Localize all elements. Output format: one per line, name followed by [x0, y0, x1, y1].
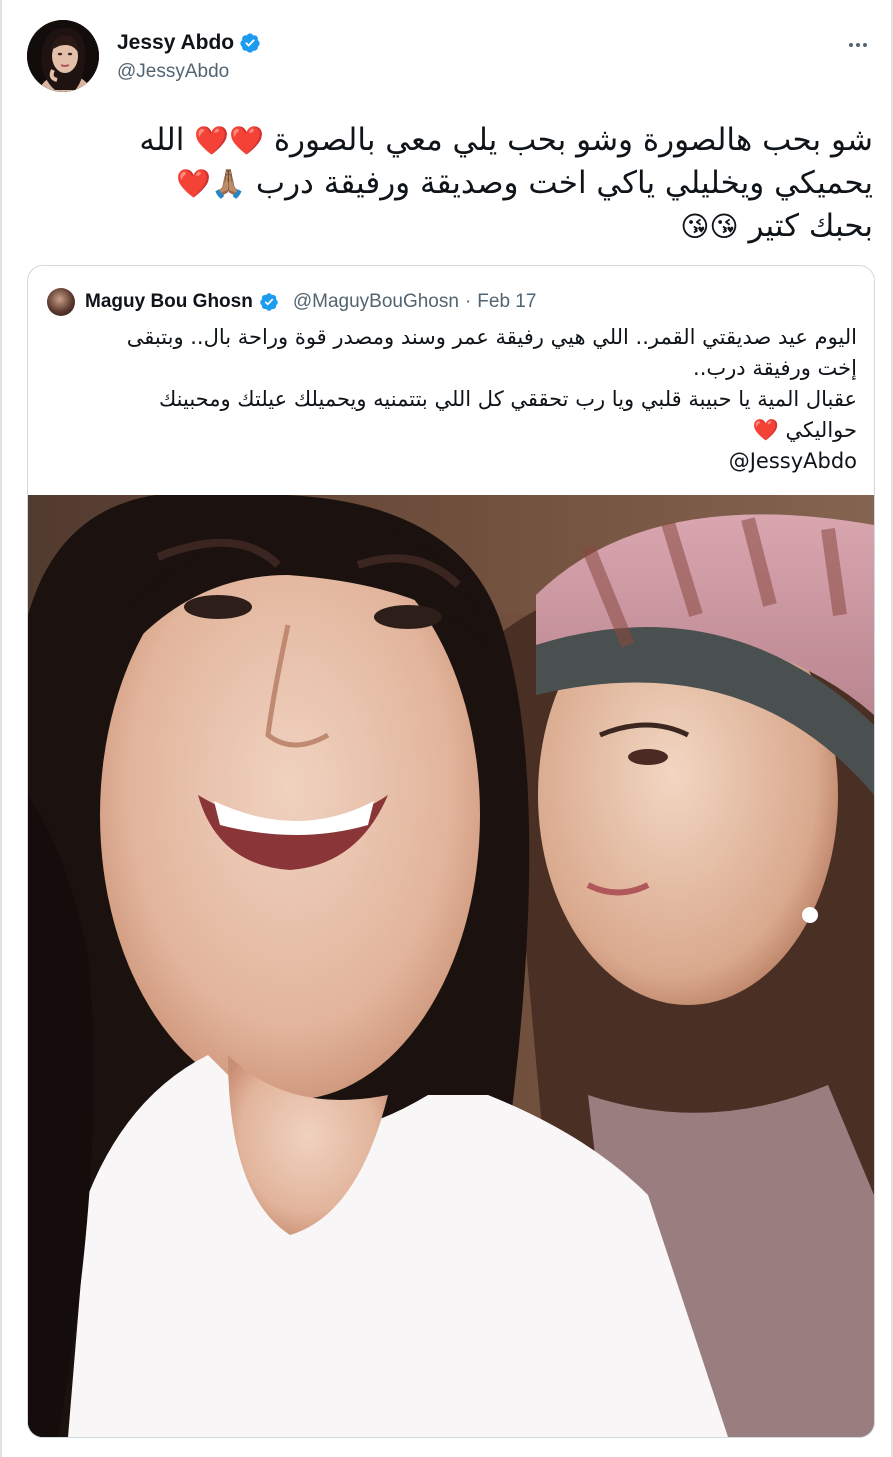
mention-link[interactable]: @JessyAbdo: [47, 446, 857, 477]
date-separator: ·: [464, 291, 472, 312]
author-display-name[interactable]: Jessy Abdo: [117, 31, 234, 55]
author-handle[interactable]: @JessyAbdo: [117, 61, 229, 83]
quoted-line-2: إخت ورفيقة درب..: [693, 356, 857, 380]
more-horizontal-icon[interactable]: [843, 30, 873, 60]
kiss-face-emoji-icon: 😘😘: [680, 210, 739, 243]
tweet-text: شو بحب هالصورة وشو بحب يلي معي بالصورة ❤…: [27, 119, 873, 248]
tweet-line-1-text: شو بحب هالصورة وشو بحب يلي معي بالصورة: [273, 122, 873, 158]
tweet-line-1: شو بحب هالصورة وشو بحب يلي معي بالصورة ❤…: [27, 119, 873, 162]
tweet-header: Jessy Abdo @JessyAbdo: [27, 20, 873, 94]
heart-emoji-icon: ❤️❤️: [194, 124, 264, 157]
quoted-author-handle: @MaguyBouGhosn: [292, 291, 459, 312]
frame-left-border: [0, 0, 2, 1457]
quoted-line-4-text: حواليكي: [785, 418, 857, 442]
tweet-line-3: بحبك كتير 😘😘: [27, 205, 873, 248]
quoted-line-3: عقبال المية يا حبيبة قلبي ويا رب تحققي ك…: [158, 387, 857, 411]
tweet-line-3-text: بحبك كتير: [748, 208, 873, 244]
quoted-line-4: حواليكي ❤️: [47, 415, 857, 446]
verified-badge-icon: [240, 33, 260, 53]
tweet-line-2: يحميكي ويخليلي ياكي اخت وصديقة ورفيقة در…: [27, 162, 873, 205]
heart-emoji-icon: ❤️: [752, 418, 779, 442]
praying-hands-heart-emoji-icon: 🙏🏽❤️: [176, 167, 247, 200]
quoted-tweet-date[interactable]: Feb 17: [477, 291, 536, 313]
author-avatar[interactable]: [27, 20, 99, 92]
quoted-tweet-photo[interactable]: [28, 495, 874, 1437]
quoted-tweet-header: Maguy Bou Ghosn @MaguyBouGhosn · Feb 17: [47, 288, 536, 316]
verified-badge-icon: [260, 293, 278, 311]
quoted-author-display-name: Maguy Bou Ghosn: [85, 291, 253, 312]
quoted-author-avatar: [47, 288, 75, 316]
author-name-row: Jessy Abdo: [117, 31, 261, 55]
quoted-tweet-text: اليوم عيد صديقتي القمر.. اللي هيي رفيقة …: [47, 322, 857, 477]
quoted-line-1: اليوم عيد صديقتي القمر.. اللي هيي رفيقة …: [126, 325, 857, 349]
tweet-line-1-tail: الله: [139, 122, 185, 158]
quoted-tweet-card[interactable]: Maguy Bou Ghosn @MaguyBouGhosn · Feb 17 …: [27, 265, 875, 1438]
tweet-line-2-text: يحميكي ويخليلي ياكي اخت وصديقة ورفيقة در…: [255, 165, 873, 201]
